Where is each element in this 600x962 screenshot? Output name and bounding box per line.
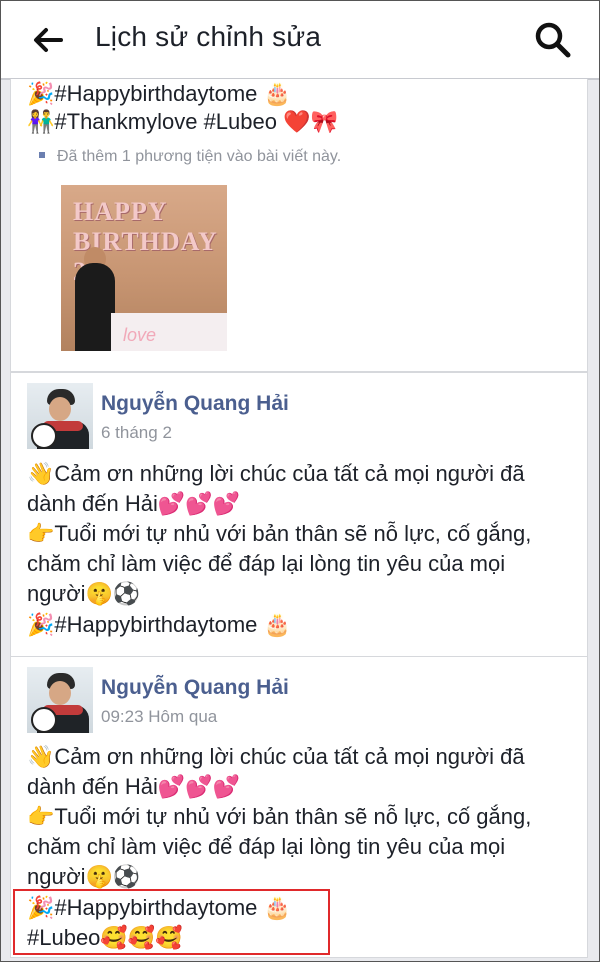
post-timestamp[interactable]: 09:23 Hôm qua: [101, 707, 217, 727]
revision-card: Nguyễn Quang Hải 6 tháng 2 👋Cảm ơn những…: [10, 372, 588, 657]
post-photo[interactable]: HAPPY BIRTHDAY 21 love: [61, 185, 227, 351]
media-added-note: Đã thêm 1 phương tiện vào bài viết này.: [39, 148, 341, 166]
app-bar: Lịch sử chỉnh sửa: [1, 1, 599, 80]
avatar[interactable]: [27, 667, 93, 733]
search-icon[interactable]: [534, 21, 572, 59]
post-timestamp[interactable]: 6 tháng 2: [101, 423, 172, 443]
page-title: Lịch sử chỉnh sửa: [95, 21, 322, 52]
soccer-ball-icon: [31, 423, 57, 449]
post-text-line: dành đến Hải💕💕💕: [27, 774, 241, 799]
post-text-line: 🎉#Happybirthdaytome 🎂: [27, 81, 291, 106]
revision-card: 🎉#Happybirthdaytome 🎂 👫#Thankmylove #Lub…: [10, 79, 588, 372]
post-text-line: 👋Cảm ơn những lời chúc của tất cả mọi ng…: [27, 461, 525, 486]
author-name[interactable]: Nguyễn Quang Hải: [101, 676, 289, 700]
post-text-line: dành đến Hải💕💕💕: [27, 491, 241, 516]
post-text-line: 🎉#Happybirthdaytome 🎂: [27, 612, 291, 637]
soccer-ball-icon: [31, 707, 57, 733]
post-text-line: 👫#Thankmylove #Lubeo ❤️🎀: [27, 109, 338, 134]
post-text-line: 👉Tuổi mới tự nhủ với bản thân sẽ nỗ lực,…: [27, 804, 532, 829]
post-text-line: chăm chỉ làm việc để đáp lại lòng tin yê…: [27, 834, 506, 859]
post-text-line: chăm chỉ làm việc để đáp lại lòng tin yê…: [27, 551, 506, 576]
author-name[interactable]: Nguyễn Quang Hải: [101, 392, 289, 416]
post-text-line: người🤫⚽: [27, 864, 141, 889]
photo-caption: love: [123, 325, 157, 345]
avatar[interactable]: [27, 383, 93, 449]
highlight-box: [13, 889, 330, 955]
arrow-left-icon[interactable]: [31, 23, 65, 57]
post-text-line: 👋Cảm ơn những lời chúc của tất cả mọi ng…: [27, 744, 525, 769]
bullet-icon: [39, 152, 45, 158]
post-text-line: 👉Tuổi mới tự nhủ với bản thân sẽ nỗ lực,…: [27, 521, 532, 546]
post-text-line: người🤫⚽: [27, 581, 141, 606]
